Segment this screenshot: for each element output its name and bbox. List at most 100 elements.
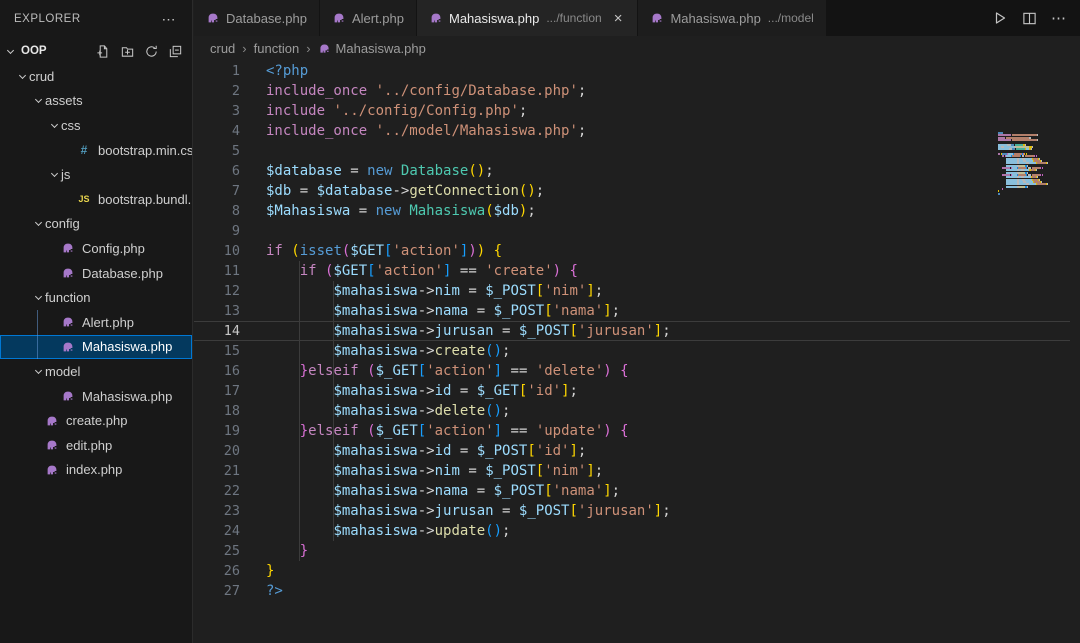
close-icon[interactable]: × <box>611 10 626 27</box>
line-number: 11 <box>194 261 240 281</box>
chevron-down-icon <box>35 293 42 300</box>
breadcrumb-item-crud[interactable]: crud <box>210 41 235 56</box>
code-line-21[interactable]: 21 $mahasiswa->nim = $_POST['nim']; <box>194 461 1080 481</box>
tree-indent-guide <box>37 310 38 359</box>
code-line-5[interactable]: 5 <box>194 141 1080 161</box>
code-text: $mahasiswa->nama = $_POST['nama']; <box>240 483 620 499</box>
tree-item-bootstrap.bundl...[interactable]: JSbootstrap.bundl... <box>0 187 192 212</box>
line-number: 13 <box>194 301 240 321</box>
code-line-1[interactable]: 1<?php <box>194 61 1080 81</box>
code-text: include '../config/Config.php'; <box>240 103 527 119</box>
code-line-23[interactable]: 23 $mahasiswa->jurusan = $_POST['jurusan… <box>194 501 1080 521</box>
code-line-18[interactable]: 18 $mahasiswa->delete(); <box>194 401 1080 421</box>
explorer-more-icon[interactable]: ⋯ <box>160 11 179 28</box>
tree-item-label: Alert.php <box>82 315 134 330</box>
tab-mahasiswa.php-model[interactable]: Mahasiswa.php.../model <box>638 0 825 36</box>
indent-guide <box>333 281 334 541</box>
code-line-3[interactable]: 3include '../config/Config.php'; <box>194 101 1080 121</box>
tree-item-css[interactable]: css <box>0 113 192 138</box>
explorer-sidebar: EXPLORER ⋯ OOP crudassetscss#bootstrap.m… <box>0 0 193 643</box>
line-number: 14 <box>194 321 240 341</box>
code-text: $mahasiswa->delete(); <box>240 403 510 419</box>
tree-item-js[interactable]: js <box>0 162 192 187</box>
tree-item-mahasiswa.php[interactable]: Mahasiswa.php <box>0 335 192 360</box>
new-file-icon[interactable] <box>94 42 112 60</box>
line-number: 7 <box>194 181 240 201</box>
line-number: 12 <box>194 281 240 301</box>
workspace-section-header[interactable]: OOP <box>0 38 192 64</box>
code-line-13[interactable]: 13 $mahasiswa->nama = $_POST['nama']; <box>194 301 1080 321</box>
code-text: $mahasiswa->update(); <box>240 523 510 539</box>
tree-item-edit.php[interactable]: edit.php <box>0 433 192 458</box>
tree-item-function[interactable]: function <box>0 285 192 310</box>
code-line-7[interactable]: 7$db = $database->getConnection(); <box>194 181 1080 201</box>
run-icon[interactable] <box>992 10 1008 26</box>
tree-item-alert.php[interactable]: Alert.php <box>0 310 192 335</box>
breadcrumb-item-function[interactable]: function <box>254 41 300 56</box>
new-folder-icon[interactable] <box>118 42 136 60</box>
code-line-15[interactable]: 15 $mahasiswa->create(); <box>194 341 1080 361</box>
split-editor-icon[interactable] <box>1022 11 1037 26</box>
code-line-20[interactable]: 20 $mahasiswa->id = $_POST['id']; <box>194 441 1080 461</box>
line-number: 18 <box>194 401 240 421</box>
tree-item-model[interactable]: model <box>0 359 192 384</box>
line-number: 19 <box>194 421 240 441</box>
code-text <box>240 223 266 239</box>
line-number: 21 <box>194 461 240 481</box>
php-icon <box>44 414 60 428</box>
tree-item-create.php[interactable]: create.php <box>0 408 192 433</box>
code-line-19[interactable]: 19 }elseif ($_GET['action'] == 'update')… <box>194 421 1080 441</box>
code-line-22[interactable]: 22 $mahasiswa->nama = $_POST['nama']; <box>194 481 1080 501</box>
tree-item-crud[interactable]: crud <box>0 64 192 89</box>
line-number: 10 <box>194 241 240 261</box>
code-line-25[interactable]: 25 } <box>194 541 1080 561</box>
tree-item-config[interactable]: config <box>0 212 192 237</box>
minimap[interactable] <box>998 124 1064 187</box>
breadcrumb-file[interactable]: Mahasiswa.php <box>336 41 426 56</box>
code-line-11[interactable]: 11 if ($GET['action'] == 'create') { <box>194 261 1080 281</box>
code-line-14[interactable]: 14 $mahasiswa->jurusan = $_POST['jurusan… <box>194 321 1070 341</box>
code-line-24[interactable]: 24 $mahasiswa->update(); <box>194 521 1080 541</box>
code-text: } <box>240 563 274 579</box>
line-number: 9 <box>194 221 240 241</box>
php-elephant-icon <box>61 315 75 329</box>
tree-item-index.php[interactable]: index.php <box>0 458 192 483</box>
tree-item-mahasiswa.php[interactable]: Mahasiswa.php <box>0 384 192 409</box>
code-text: include_once '../model/Mahasiswa.php'; <box>240 123 586 139</box>
code-line-8[interactable]: 8$Mahasiswa = new Mahasiswa($db); <box>194 201 1080 221</box>
code-text: $db = $database->getConnection(); <box>240 183 544 199</box>
php-elephant-icon <box>61 389 75 403</box>
php-elephant-icon <box>61 266 75 280</box>
line-number: 24 <box>194 521 240 541</box>
code-line-27[interactable]: 27?> <box>194 581 1080 601</box>
code-line-12[interactable]: 12 $mahasiswa->nim = $_POST['nim']; <box>194 281 1080 301</box>
tree-item-database.php[interactable]: Database.php <box>0 261 192 286</box>
line-number: 27 <box>194 581 240 601</box>
tree-item-assets[interactable]: assets <box>0 89 192 114</box>
php-file-icon <box>332 11 346 25</box>
code-line-17[interactable]: 17 $mahasiswa->id = $_GET['id']; <box>194 381 1080 401</box>
explorer-actions <box>94 42 184 60</box>
code-line-26[interactable]: 26} <box>194 561 1080 581</box>
code-line-2[interactable]: 2include_once '../config/Database.php'; <box>194 81 1080 101</box>
breadcrumb-separator: › <box>242 41 246 56</box>
php-icon <box>60 315 76 329</box>
php-icon <box>44 463 60 477</box>
tree-item-bootstrap.min.css[interactable]: #bootstrap.min.css <box>0 138 192 163</box>
code-line-10[interactable]: 10if (isset($GET['action'])) { <box>194 241 1080 261</box>
tab-alert.php[interactable]: Alert.php <box>320 0 416 36</box>
tree-item-label: js <box>61 167 70 182</box>
line-number: 6 <box>194 161 240 181</box>
code-line-4[interactable]: 4include_once '../model/Mahasiswa.php'; <box>194 121 1080 141</box>
code-text: $mahasiswa->nama = $_POST['nama']; <box>240 303 620 319</box>
code-line-16[interactable]: 16 }elseif ($_GET['action'] == 'delete')… <box>194 361 1080 381</box>
tab-mahasiswa.php-function[interactable]: Mahasiswa.php.../function× <box>417 0 637 36</box>
more-actions-icon[interactable]: ⋯ <box>1051 9 1066 27</box>
tree-item-config.php[interactable]: Config.php <box>0 236 192 261</box>
code-line-9[interactable]: 9 <box>194 221 1080 241</box>
tab-database.php[interactable]: Database.php <box>194 0 319 36</box>
collapse-all-icon[interactable] <box>166 42 184 60</box>
code-line-6[interactable]: 6$database = new Database(); <box>194 161 1080 181</box>
breadcrumb[interactable]: crud›function›Mahasiswa.php <box>194 36 1080 61</box>
refresh-icon[interactable] <box>142 42 160 60</box>
